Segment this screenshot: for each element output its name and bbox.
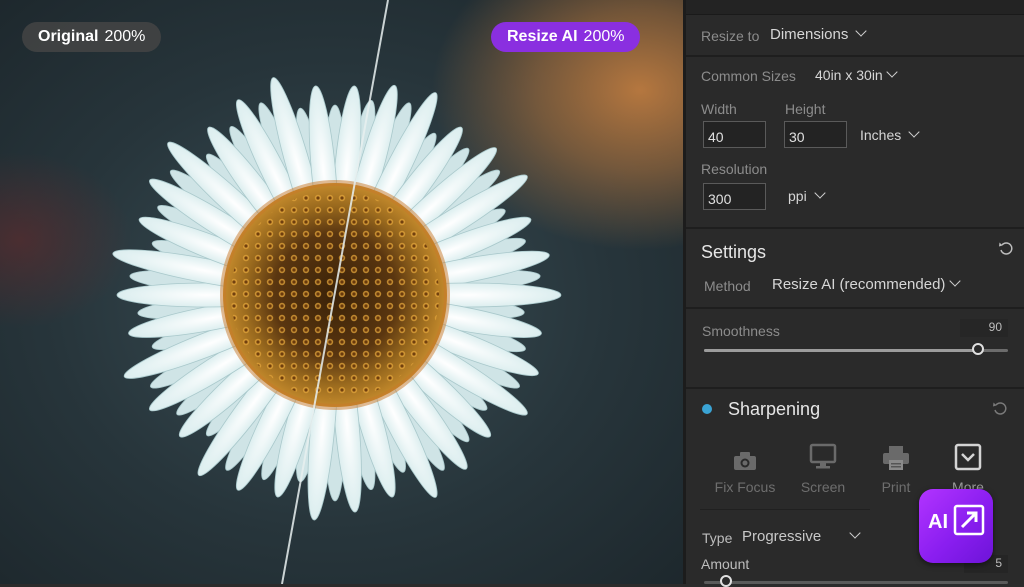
resize-ai-zoom: 200%	[583, 28, 625, 45]
chevron-down-icon	[855, 25, 868, 37]
daisy-image	[112, 77, 562, 521]
resolution-unit-dropdown[interactable]: ppi	[788, 187, 826, 204]
chevron-down-icon	[814, 187, 826, 199]
smoothness-slider-fill	[704, 349, 978, 352]
dimensions-section: Common Sizes 40in x 30in Width Height In…	[686, 57, 1024, 229]
preset-label: Screen	[800, 479, 846, 495]
type-dropdown[interactable]: Progressive	[742, 527, 861, 545]
method-dropdown[interactable]: Resize AI (recommended)	[772, 275, 962, 293]
amount-label: Amount	[701, 556, 750, 572]
original-zoom-badge: Original 200%	[22, 22, 162, 52]
resolution-label: Resolution	[701, 161, 768, 177]
smoothness-slider[interactable]	[704, 343, 1008, 355]
preset-print[interactable]: Print	[865, 441, 927, 495]
original-zoom: 200%	[104, 28, 146, 45]
sharpening-title: Sharpening	[728, 399, 821, 419]
sharpening-status-dot	[702, 404, 712, 414]
width-label: Width	[701, 101, 737, 117]
resize-ai-app-badge: AI	[919, 489, 993, 563]
reset-settings-icon[interactable]	[998, 240, 1014, 256]
height-label: Height	[785, 101, 826, 117]
resize-arrow-icon	[953, 504, 985, 536]
monitor-icon	[809, 443, 837, 469]
panel-top-bar	[686, 0, 1024, 15]
chevron-down-icon	[886, 66, 898, 78]
resize-to-dropdown[interactable]: Dimensions	[770, 25, 868, 43]
preset-fix-focus[interactable]: Fix Focus	[714, 441, 776, 495]
settings-section: Settings Method Resize AI (recommended)	[686, 229, 1024, 309]
original-label: Original	[38, 28, 99, 45]
smoothness-slider-thumb[interactable]	[971, 343, 984, 355]
preset-screen[interactable]: Screen	[792, 441, 854, 495]
preset-more[interactable]: More	[937, 441, 999, 495]
chevron-down-icon	[949, 275, 962, 287]
preset-label: Print	[881, 479, 911, 495]
type-label: Type	[702, 530, 733, 546]
smoothness-label: Smoothness	[702, 323, 780, 339]
resize-to-label: Resize to	[701, 28, 760, 44]
resize-ai-label: Resize AI	[507, 28, 578, 45]
resolution-field[interactable]	[703, 183, 766, 210]
chevron-down-box-icon	[954, 443, 982, 471]
resize-ai-zoom-badge: Resize AI 200%	[491, 22, 641, 52]
preset-label: Fix Focus	[714, 479, 776, 495]
sharpening-divider	[700, 509, 870, 510]
common-sizes-dropdown[interactable]: 40in x 30in	[815, 66, 898, 83]
width-field[interactable]	[703, 121, 766, 148]
smoothness-section: Smoothness 90	[686, 309, 1024, 389]
amount-slider-thumb[interactable]	[720, 575, 732, 587]
smoothness-value[interactable]: 90	[960, 319, 1008, 337]
settings-title: Settings	[701, 242, 767, 262]
printer-icon	[883, 446, 909, 470]
camera-icon	[734, 452, 756, 470]
reset-sharpening-icon[interactable]	[992, 400, 1008, 416]
chevron-down-icon	[849, 527, 861, 539]
photo-preview: Original 200% Resize AI 200%	[0, 0, 683, 584]
resize-to-section: Resize to Dimensions	[686, 15, 1024, 57]
ai-badge-text: AI	[928, 511, 948, 533]
unit-dropdown[interactable]: Inches	[860, 126, 920, 143]
common-sizes-label: Common Sizes	[701, 68, 796, 84]
height-field[interactable]	[784, 121, 847, 148]
chevron-down-icon	[908, 126, 920, 138]
method-label: Method	[704, 278, 751, 294]
